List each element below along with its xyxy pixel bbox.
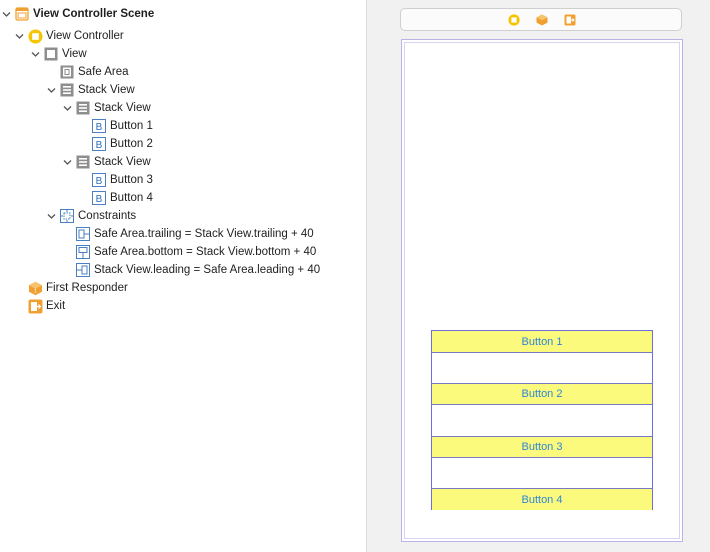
outline-label: Stack View xyxy=(94,102,151,114)
outline-label: Stack View.leading = Safe Area.leading +… xyxy=(94,264,321,276)
exit-icon[interactable] xyxy=(564,14,576,26)
outline-row-button[interactable]: B Button 4 xyxy=(92,189,153,207)
outline-row-stack-view[interactable]: Stack View xyxy=(45,81,135,99)
svg-text:B: B xyxy=(96,176,103,187)
outline-row-constraints[interactable]: Constraints xyxy=(45,207,136,225)
outline-label: Button 3 xyxy=(110,174,153,186)
button-icon: B xyxy=(92,191,106,205)
outline-row-constraint[interactable]: Safe Area.bottom = Stack View.bottom + 4… xyxy=(76,243,316,261)
safe-area-icon xyxy=(60,65,74,79)
button-icon: B xyxy=(92,119,106,133)
outline-row-stack-view[interactable]: Stack View xyxy=(61,153,151,171)
outline-label: Button 1 xyxy=(110,120,153,132)
view-icon xyxy=(44,47,58,61)
svg-text:B: B xyxy=(96,194,103,205)
disclosure-expanded-icon[interactable] xyxy=(13,30,25,42)
stack-view-icon xyxy=(60,83,74,97)
first-responder-icon[interactable] xyxy=(536,14,548,26)
outline-label: Safe Area xyxy=(78,66,129,78)
scene-dock xyxy=(400,8,682,31)
outline-row-scene[interactable]: View Controller Scene xyxy=(0,5,154,23)
outline-label: Stack View xyxy=(94,156,151,168)
document-outline: View Controller Scene View Controller Vi… xyxy=(0,0,366,552)
outline-row-view-controller[interactable]: View Controller xyxy=(13,27,124,45)
outline-label: Constraints xyxy=(78,210,137,222)
constraint-bottom-icon xyxy=(76,245,90,259)
scene-icon xyxy=(15,7,29,21)
outline-row-safe-area[interactable]: Safe Area xyxy=(60,63,129,81)
exit-icon xyxy=(28,299,43,314)
outline-row-stack-view[interactable]: Stack View xyxy=(61,99,151,117)
outline-label: View Controller xyxy=(46,30,124,42)
stack-view-icon xyxy=(76,155,90,169)
disclosure-expanded-icon[interactable] xyxy=(61,156,73,168)
disclosure-expanded-icon[interactable] xyxy=(45,210,57,222)
outline-label: Exit xyxy=(46,300,66,312)
button-2[interactable]: Button 2 xyxy=(432,383,652,405)
storyboard-canvas[interactable]: Button 1 Button 2 Button 3 Button 4 xyxy=(366,0,710,552)
stack-view[interactable]: Button 1 Button 2 Button 3 Button 4 xyxy=(431,330,653,510)
constraint-trailing-icon xyxy=(76,227,90,241)
outline-row-first-responder[interactable]: 1 First Responder xyxy=(28,279,128,297)
button-3[interactable]: Button 3 xyxy=(432,436,652,458)
button-1[interactable]: Button 1 xyxy=(432,331,652,353)
outline-label: Button 4 xyxy=(110,192,153,204)
outline-label: Safe Area.bottom = Stack View.bottom + 4… xyxy=(94,246,317,258)
outline-label: View xyxy=(62,48,87,60)
outline-row-constraint[interactable]: Safe Area.trailing = Stack View.trailing… xyxy=(76,225,314,243)
svg-text:B: B xyxy=(96,122,103,133)
button-icon: B xyxy=(92,137,106,151)
outline-label: View Controller Scene xyxy=(33,8,155,20)
disclosure-expanded-icon[interactable] xyxy=(29,48,41,60)
constraints-icon xyxy=(60,209,74,223)
view-controller-icon[interactable] xyxy=(508,14,520,26)
constraint-leading-icon xyxy=(76,263,90,277)
outline-row-view[interactable]: View xyxy=(29,45,87,63)
outline-row-exit[interactable]: Exit xyxy=(28,297,65,315)
first-responder-icon: 1 xyxy=(28,281,42,296)
disclosure-expanded-icon[interactable] xyxy=(45,84,57,96)
button-4[interactable]: Button 4 xyxy=(432,488,652,510)
disclosure-expanded-icon[interactable] xyxy=(0,8,12,20)
view-controller-icon xyxy=(28,29,43,44)
outline-label: Safe Area.trailing = Stack View.trailing… xyxy=(94,228,314,240)
svg-text:1: 1 xyxy=(34,289,37,295)
outline-label: Stack View xyxy=(78,84,135,96)
outline-row-button[interactable]: B Button 2 xyxy=(92,135,153,153)
outline-row-constraint[interactable]: Stack View.leading = Safe Area.leading +… xyxy=(76,261,320,279)
disclosure-expanded-icon[interactable] xyxy=(61,102,73,114)
outline-row-button[interactable]: B Button 3 xyxy=(92,171,153,189)
stack-view-icon xyxy=(76,101,90,115)
outline-label: Button 2 xyxy=(110,138,153,150)
button-icon: B xyxy=(92,173,106,187)
svg-text:B: B xyxy=(96,140,103,151)
outline-row-button[interactable]: B Button 1 xyxy=(92,117,153,135)
outline-label: First Responder xyxy=(46,282,128,294)
